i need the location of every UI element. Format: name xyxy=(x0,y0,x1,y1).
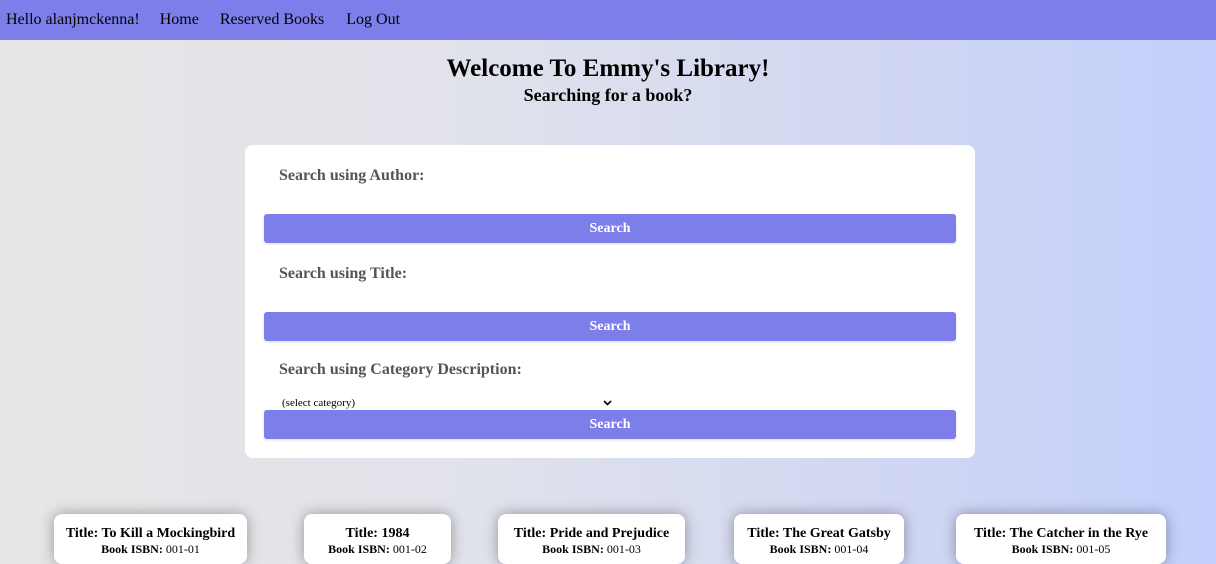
book-title-prefix: Title: xyxy=(747,526,783,541)
book-title: Pride and Prejudice xyxy=(549,526,670,541)
book-isbn-label: Book ISBN: xyxy=(101,542,163,556)
page-title: Welcome To Emmy's Library! xyxy=(446,55,770,82)
search-panel: Search using Author: Search Search using… xyxy=(245,145,975,458)
author-search-button[interactable]: Search xyxy=(264,214,956,243)
book-isbn: 001-04 xyxy=(831,542,869,556)
author-search-label: Search using Author: xyxy=(279,167,425,184)
book-title: The Catcher in the Rye xyxy=(1009,526,1149,541)
top-navbar: Hello alanjmckenna! Home Reserved Books … xyxy=(0,0,1216,40)
book-isbn-label: Book ISBN: xyxy=(769,542,832,556)
book-isbn: 001-03 xyxy=(603,542,641,556)
author-search-input[interactable] xyxy=(264,202,960,214)
book-isbn-label: Book ISBN: xyxy=(542,542,604,556)
book-title-prefix: Title: xyxy=(513,526,550,541)
book-isbn-label: Book ISBN: xyxy=(1011,542,1074,556)
title-search-label: Search using Title: xyxy=(279,265,408,282)
book-title-prefix: Title: xyxy=(973,526,1010,541)
nav-link-home[interactable]: Home xyxy=(160,11,199,29)
book-title: The Great Gatsby xyxy=(782,526,891,541)
book-title: To Kill a Mockingbird xyxy=(101,526,236,541)
nav-link-reserved-books[interactable]: Reserved Books xyxy=(220,11,324,29)
book-isbn: 001-02 xyxy=(389,542,427,556)
book-isbn: 001-01 xyxy=(162,542,200,556)
book-isbn: 001-05 xyxy=(1073,542,1111,556)
category-select[interactable]: (select category) xyxy=(282,395,612,411)
user-greeting: Hello alanjmckenna! xyxy=(6,11,140,28)
book-isbn-label: Book ISBN: xyxy=(328,542,390,556)
chevron-down-icon xyxy=(603,398,612,409)
book-title: 1984 xyxy=(381,526,410,541)
category-select-value: (select category) xyxy=(282,397,355,409)
category-search-button[interactable]: Search xyxy=(264,410,956,439)
title-search-input[interactable] xyxy=(264,300,960,312)
page-subtitle: Searching for a book? xyxy=(523,85,693,105)
book-title-prefix: Title: xyxy=(65,526,102,541)
category-search-label: Search using Category Description: xyxy=(279,361,522,378)
nav-link-log-out[interactable]: Log Out xyxy=(346,11,400,29)
book-title-prefix: Title: xyxy=(345,526,382,541)
title-search-button[interactable]: Search xyxy=(264,312,956,341)
